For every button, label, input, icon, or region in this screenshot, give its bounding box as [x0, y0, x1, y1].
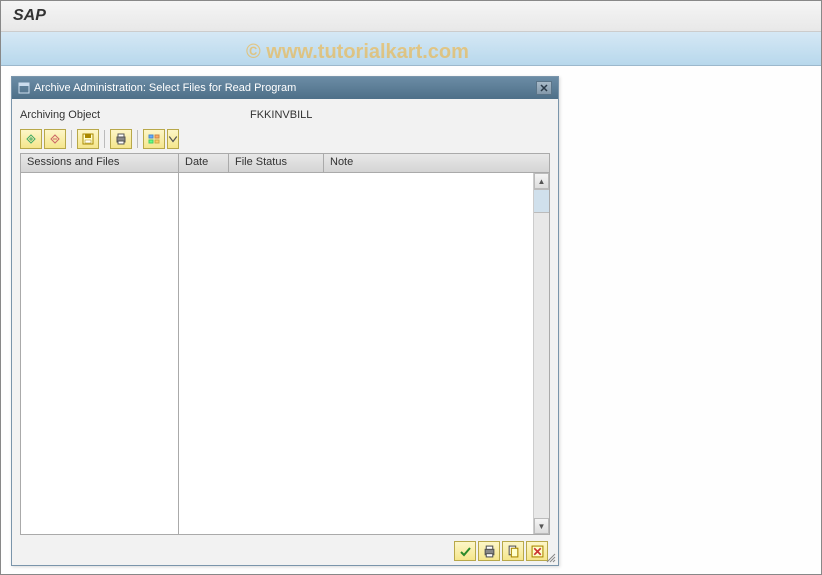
column-note[interactable]: Note: [324, 154, 549, 172]
archiving-object-label: Archiving Object: [20, 109, 240, 121]
scroll-track[interactable]: [534, 213, 549, 518]
grid-tree-pane[interactable]: [21, 173, 179, 534]
toolbar-separator: [104, 130, 105, 148]
print-icon: [483, 545, 496, 558]
chevron-down-icon: [168, 133, 178, 145]
resize-handle-icon[interactable]: [546, 553, 556, 563]
layout-button[interactable]: [143, 129, 165, 149]
close-button[interactable]: [536, 81, 552, 95]
expand-all-icon: [25, 133, 37, 145]
close-icon: [540, 84, 548, 92]
popup-window: Archive Administration: Select Files for…: [11, 76, 559, 566]
cancel-icon: [531, 545, 544, 558]
footer-toolbar: [454, 541, 548, 561]
print-button[interactable]: [110, 129, 132, 149]
vertical-scrollbar[interactable]: ▲ ▼: [533, 173, 549, 534]
copy-icon: [507, 545, 520, 558]
copy-button[interactable]: [502, 541, 524, 561]
toolbar-separator: [137, 130, 138, 148]
main-toolbar: [1, 32, 821, 66]
scroll-down-button[interactable]: ▼: [534, 518, 549, 534]
scroll-up-button[interactable]: ▲: [534, 173, 549, 189]
collapse-all-button[interactable]: [44, 129, 66, 149]
expand-all-button[interactable]: [20, 129, 42, 149]
data-grid: Sessions and Files Date File Status Note…: [20, 153, 550, 535]
popup-title: Archive Administration: Select Files for…: [34, 82, 296, 94]
column-sessions[interactable]: Sessions and Files: [21, 154, 179, 172]
app-title: SAP: [13, 7, 46, 24]
continue-button[interactable]: [454, 541, 476, 561]
collapse-all-icon: [49, 133, 61, 145]
archiving-object-value: FKKINVBILL: [250, 109, 312, 121]
print-footer-button[interactable]: [478, 541, 500, 561]
column-date[interactable]: Date: [179, 154, 229, 172]
layout-icon: [148, 133, 160, 145]
grid-toolbar: [20, 129, 550, 149]
scroll-thumb[interactable]: [534, 189, 549, 213]
cancel-button[interactable]: [526, 541, 548, 561]
save-button[interactable]: [77, 129, 99, 149]
print-icon: [115, 133, 127, 145]
column-status[interactable]: File Status: [229, 154, 324, 172]
check-icon: [459, 545, 472, 558]
app-header: SAP: [1, 1, 821, 32]
save-icon: [82, 133, 94, 145]
grid-header-row: Sessions and Files Date File Status Note: [21, 154, 549, 173]
grid-data-pane[interactable]: ▲ ▼: [179, 173, 549, 534]
window-menu-icon[interactable]: [18, 82, 30, 94]
popup-titlebar[interactable]: Archive Administration: Select Files for…: [12, 77, 558, 99]
toolbar-separator: [71, 130, 72, 148]
grid-body: ▲ ▼: [21, 173, 549, 534]
layout-dropdown-button[interactable]: [167, 129, 179, 149]
archiving-object-row: Archiving Object FKKINVBILL: [20, 109, 550, 121]
